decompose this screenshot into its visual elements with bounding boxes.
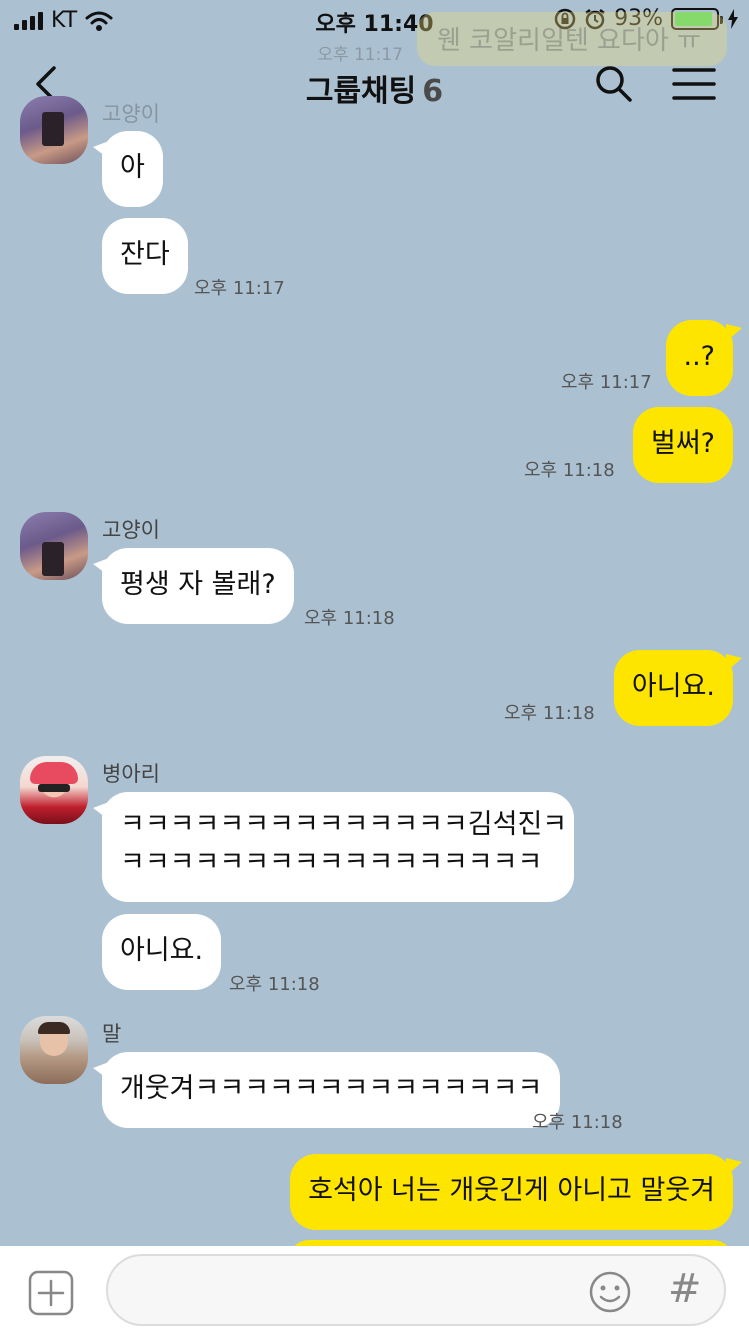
input-bar: # xyxy=(0,1246,749,1334)
charging-icon xyxy=(728,8,738,29)
avatar-cat[interactable] xyxy=(20,512,88,580)
message-time: 오후 11:18 xyxy=(304,608,395,629)
sender-name: 고양이 xyxy=(102,102,160,126)
sender-name: 말 xyxy=(102,1022,122,1046)
search-icon[interactable] xyxy=(594,64,634,104)
message-line: ㅋㅋㅋㅋㅋㅋㅋㅋㅋㅋㅋㅋㅋㅋㅋㅋㅋ xyxy=(120,847,543,878)
menu-icon[interactable] xyxy=(672,66,716,102)
message-bubble[interactable]: 평생 자 볼래? xyxy=(93,548,294,624)
message-time: 오후 11:18 xyxy=(524,460,615,481)
message-time: 오후 11:18 xyxy=(504,703,595,724)
hashtag-icon[interactable]: # xyxy=(668,1266,702,1312)
message-bubble[interactable]: 벌써? xyxy=(632,407,733,483)
emoji-icon[interactable] xyxy=(588,1270,632,1314)
message-bubble[interactable]: ..? xyxy=(665,320,742,396)
sender-name: 고양이 xyxy=(102,518,160,542)
message-bubble[interactable]: 아니요. xyxy=(613,650,743,726)
message-time: 오후 11:18 xyxy=(532,1112,623,1133)
message-bubble[interactable]: 아니요. xyxy=(102,914,222,990)
avatar-chick[interactable] xyxy=(20,756,88,824)
message-bubble[interactable]: 잔다 xyxy=(102,218,188,294)
avatar-cat[interactable] xyxy=(20,96,88,164)
message-bubble[interactable]: 호석아 너는 개웃긴게 아니고 말웃겨 xyxy=(290,1154,742,1230)
chat-title-text: 그룹채팅 xyxy=(305,74,417,109)
message-input[interactable] xyxy=(106,1254,726,1326)
message-time: 오후 11:17 xyxy=(194,278,285,299)
plus-icon[interactable] xyxy=(28,1270,74,1316)
message-line: ㅋㅋㅋㅋㅋㅋㅋㅋㅋㅋㅋㅋㅋㅋ김석진ㅋ xyxy=(120,809,568,840)
message-bubble[interactable]: 아 xyxy=(93,131,163,207)
member-count: 6 xyxy=(422,74,444,109)
sender-name: 병아리 xyxy=(102,762,160,786)
message-bubble[interactable]: ㅋㅋㅋㅋㅋㅋㅋㅋㅋㅋㅋㅋㅋㅋ김석진ㅋ ㅋㅋㅋㅋㅋㅋㅋㅋㅋㅋㅋㅋㅋㅋㅋㅋㅋ xyxy=(93,792,574,902)
message-time: 오후 11:17 xyxy=(561,372,652,393)
avatar-horse[interactable] xyxy=(20,1016,88,1084)
message-bubble[interactable]: 개웃겨ㅋㅋㅋㅋㅋㅋㅋㅋㅋㅋㅋㅋㅋㅋ xyxy=(92,1052,561,1128)
message-time: 오후 11:18 xyxy=(229,974,320,995)
